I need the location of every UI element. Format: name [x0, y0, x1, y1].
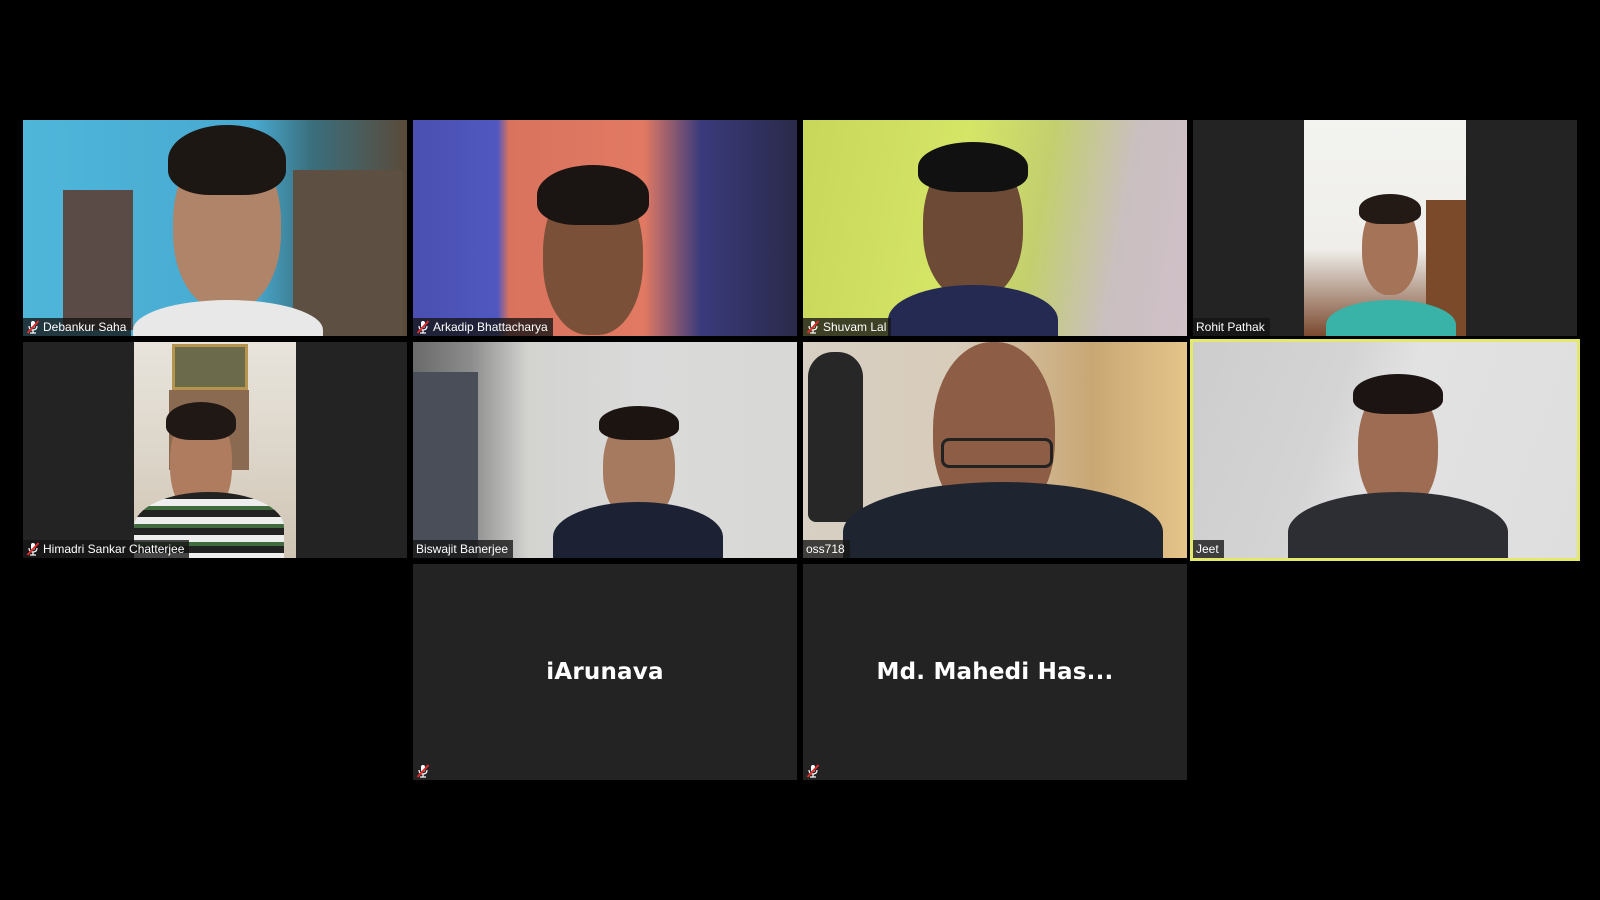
- participant-tile[interactable]: Himadri Sankar Chatterjee: [23, 342, 407, 558]
- video-feed: [134, 342, 296, 558]
- participant-name-tag: Rohit Pathak: [1193, 318, 1270, 336]
- microphone-muted-icon: [416, 320, 430, 334]
- participant-name: Biswajit Banerjee: [416, 542, 509, 556]
- participant-name: Rohit Pathak: [1196, 320, 1265, 334]
- participant-tile[interactable]: oss718: [803, 342, 1187, 558]
- participant-name: Himadri Sankar Chatterjee: [43, 542, 185, 556]
- participant-name-tag: Shuvam Lal: [803, 318, 892, 336]
- video-feed: [1304, 120, 1466, 336]
- microphone-muted-icon: [806, 764, 820, 778]
- participant-name-tag: Arkadip Bhattacharya: [413, 318, 553, 336]
- video-feed: [23, 120, 407, 336]
- video-feed: [413, 120, 797, 336]
- participant-name-tag: Jeet: [1193, 540, 1224, 558]
- participant-tile[interactable]: Debankur Saha: [23, 120, 407, 336]
- participant-name-tag: Debankur Saha: [23, 318, 132, 336]
- microphone-muted-icon: [26, 320, 40, 334]
- participant-name-tag: oss718: [803, 540, 850, 558]
- participant-display-name: Md. Mahedi Has...: [876, 659, 1114, 685]
- participant-tile[interactable]: Shuvam Lal: [803, 120, 1187, 336]
- participant-name: Arkadip Bhattacharya: [433, 320, 548, 334]
- participant-name: oss718: [806, 542, 845, 556]
- participant-tile-active-speaker[interactable]: Jeet: [1190, 339, 1580, 561]
- participant-tile[interactable]: Md. Mahedi Has...: [803, 564, 1187, 780]
- microphone-muted-icon: [26, 542, 40, 556]
- participant-tile[interactable]: iArunava: [413, 564, 797, 780]
- video-feed: [803, 342, 1187, 558]
- participant-name: Debankur Saha: [43, 320, 127, 334]
- microphone-muted-icon: [416, 764, 430, 778]
- participant-tile[interactable]: Arkadip Bhattacharya: [413, 120, 797, 336]
- participant-name: Shuvam Lal: [823, 320, 887, 334]
- participant-tile[interactable]: Biswajit Banerjee: [413, 342, 797, 558]
- participant-display-name: iArunava: [546, 659, 664, 685]
- microphone-muted-icon: [806, 320, 820, 334]
- participant-name-tag: Himadri Sankar Chatterjee: [23, 540, 190, 558]
- video-feed: [413, 342, 797, 558]
- video-feed: [803, 120, 1187, 336]
- participant-name-tag: Biswajit Banerjee: [413, 540, 514, 558]
- participant-tile[interactable]: Rohit Pathak: [1193, 120, 1577, 336]
- participant-name: Jeet: [1196, 542, 1219, 556]
- video-feed: [1193, 342, 1577, 558]
